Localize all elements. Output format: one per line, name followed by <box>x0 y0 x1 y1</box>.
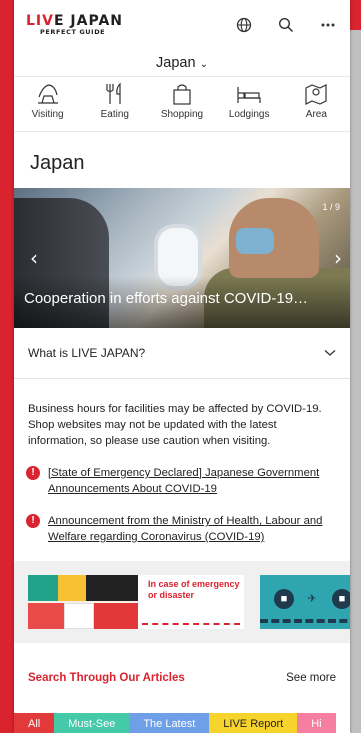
visiting-icon <box>37 84 58 104</box>
train-icon: ■ <box>332 589 350 609</box>
section-title: Search Through Our Articles <box>28 672 185 684</box>
tab-live-report[interactable]: LIVE Report <box>209 713 298 733</box>
article-tabs: All Must-See The Latest LIVE Report Hi <box>14 713 336 733</box>
logo-text-v: V <box>42 13 54 30</box>
articles-section-header: Search Through Our Articles See more <box>14 643 350 713</box>
lodgings-icon <box>237 87 261 103</box>
category-area[interactable]: Area <box>285 81 347 129</box>
region-selector[interactable]: Japan ⌄ <box>14 50 350 76</box>
carousel-caption[interactable]: Cooperation in efforts against COVID-19… <box>14 276 350 328</box>
alert-item: ! Announcement from the Ministry of Heal… <box>26 513 338 545</box>
carousel-counter: 1 / 9 <box>322 202 340 212</box>
region-selector-label: Japan <box>156 55 196 71</box>
tab-the-latest[interactable]: The Latest <box>129 713 210 733</box>
alert-item: ! [State of Emergency Declared] Japanese… <box>26 465 338 497</box>
transport-banner[interactable]: ■ ✈ ■ <box>260 575 350 629</box>
chevron-down-icon: ⌄ <box>199 59 208 70</box>
more-menu-icon[interactable] <box>316 13 340 37</box>
hero-image-mask <box>236 228 274 254</box>
category-nav: Visiting Eating Shopping Lodgings Area <box>14 76 350 132</box>
hero-carousel[interactable]: 1 / 9 ‹ › Cooperation in efforts against… <box>14 188 350 328</box>
logo-text-a: LI <box>26 13 43 30</box>
alert-link[interactable]: Announcement from the Ministry of Health… <box>48 513 338 545</box>
category-eating[interactable]: Eating <box>84 81 146 129</box>
search-icon[interactable] <box>274 13 298 37</box>
category-label: Shopping <box>160 109 204 120</box>
phone-screen: LIVE JAPAN PERFECT GUIDE Japan ⌄ Visiting… <box>14 0 350 733</box>
emergency-banner-text: In case of emergency or disaster <box>138 575 244 629</box>
eating-icon <box>106 82 121 104</box>
alert-icon: ! <box>26 466 40 480</box>
shopping-icon <box>173 84 191 105</box>
category-visiting[interactable]: Visiting <box>17 81 79 129</box>
alert-link[interactable]: [State of Emergency Declared] Japanese G… <box>48 465 338 497</box>
logo-text-b: E JAPAN <box>53 13 123 30</box>
chevron-down-icon <box>324 350 336 356</box>
category-lodgings[interactable]: Lodgings <box>218 81 280 129</box>
accordion-label: What is LIVE JAPAN? <box>28 346 146 360</box>
bus-icon: ■ <box>274 589 294 609</box>
category-label: Area <box>305 109 327 120</box>
live-japan-logo[interactable]: LIVE JAPAN PERFECT GUIDE <box>26 14 123 36</box>
covid-notice: Business hours for facilities may be aff… <box>28 403 322 447</box>
carousel-next-icon[interactable]: › <box>334 246 342 270</box>
tab-must-see[interactable]: Must-See <box>54 713 130 733</box>
globe-icon[interactable] <box>232 13 256 37</box>
banner-carousel: In case of emergency or disaster ■ ✈ ■ <box>14 561 350 643</box>
category-label: Eating <box>100 109 129 120</box>
emergency-banner[interactable]: In case of emergency or disaster <box>28 575 244 629</box>
logo-subtitle: PERFECT GUIDE <box>40 28 106 37</box>
area-icon <box>305 84 327 105</box>
category-shopping[interactable]: Shopping <box>151 81 213 129</box>
what-is-live-japan-accordion[interactable]: What is LIVE JAPAN? <box>14 328 350 379</box>
tab-all[interactable]: All <box>14 713 55 733</box>
side-shadow <box>350 30 361 733</box>
site-header: LIVE JAPAN PERFECT GUIDE <box>14 0 350 50</box>
emergency-illustration <box>28 575 138 629</box>
alert-list: ! [State of Emergency Declared] Japanese… <box>14 449 350 545</box>
page-title: Japan <box>30 152 85 174</box>
airplane-icon: ✈ <box>307 593 317 605</box>
see-more-link[interactable]: See more <box>286 672 336 684</box>
category-label: Visiting <box>31 109 64 120</box>
category-label: Lodgings <box>228 109 270 120</box>
tab-partial[interactable]: Hi <box>297 713 336 733</box>
carousel-prev-icon[interactable]: ‹ <box>30 246 38 270</box>
alert-icon: ! <box>26 514 40 528</box>
